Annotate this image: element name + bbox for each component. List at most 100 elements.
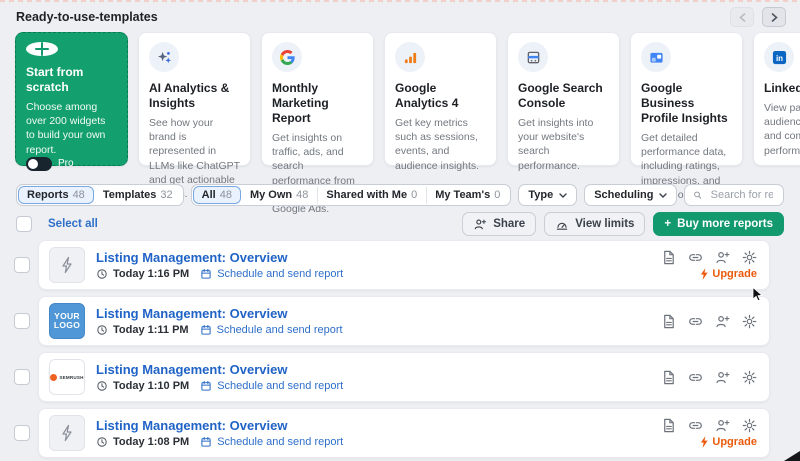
template-card-monthly-marketing[interactable]: Monthly Marketing Report Get insights on… (261, 32, 374, 166)
person-add-icon (473, 218, 487, 231)
schedule-send-link[interactable]: Schedule and send report (217, 268, 343, 280)
template-card-ai-analytics[interactable]: AI Analytics & Insights See how your bra… (138, 32, 251, 166)
link-icon[interactable] (688, 370, 703, 385)
clock-icon (96, 380, 108, 392)
report-title-link[interactable]: Listing Management: Overview (96, 418, 343, 433)
select-all-checkbox[interactable] (16, 216, 32, 232)
search-icon (693, 189, 702, 201)
filter-all[interactable]: All 48 (193, 186, 241, 204)
report-time: Today 1:16 PM (113, 268, 189, 280)
carousel-prev-button[interactable] (730, 7, 754, 27)
row-checkbox[interactable] (14, 257, 30, 273)
type-dropdown[interactable]: Type (518, 184, 577, 206)
export-pdf-icon[interactable] (661, 370, 676, 385)
gear-icon[interactable] (742, 314, 757, 329)
template-card-search-console[interactable]: Google Search Console Get insights into … (507, 32, 620, 166)
tab-templates[interactable]: Templates 32 (94, 186, 182, 204)
link-icon[interactable] (688, 250, 703, 265)
report-title-link[interactable]: Listing Management: Overview (96, 362, 343, 377)
template-body: Get key metrics such as sessions, events… (395, 116, 486, 173)
person-add-icon[interactable] (715, 250, 730, 265)
search-input[interactable] (709, 188, 775, 202)
analytics-bars-icon (395, 42, 425, 72)
semrush-logo-text: SEMRUSH (59, 375, 83, 380)
calendar-icon (200, 324, 212, 336)
tab-label: Templates (103, 189, 157, 201)
share-label: Share (493, 218, 525, 230)
calendar-icon (200, 436, 212, 448)
upgrade-link[interactable]: Upgrade (700, 436, 757, 448)
report-meta: Today 1:10 PM Schedule and send report (96, 380, 343, 392)
report-thumbnail-semrush: SEMRUSH (49, 359, 85, 395)
upgrade-bolt-icon (700, 268, 709, 280)
report-row: YOUR LOGO Listing Management: Overview T… (14, 296, 770, 346)
report-info: Listing Management: Overview Today 1:11 … (96, 306, 343, 336)
export-pdf-icon[interactable] (661, 418, 676, 433)
carousel-next-button[interactable] (762, 7, 786, 27)
pro-badge: Pro (58, 158, 74, 169)
tab-count: 48 (73, 189, 85, 201)
person-add-icon[interactable] (715, 418, 730, 433)
gear-icon[interactable] (742, 418, 757, 433)
pro-toggle-row: Pro (26, 157, 117, 171)
link-icon[interactable] (688, 314, 703, 329)
template-card-business-profile[interactable]: Google Business Profile Insights Get det… (630, 32, 743, 166)
report-actions (661, 314, 757, 329)
view-limits-button[interactable]: View limits (544, 212, 645, 236)
filter-my-own[interactable]: My Own 48 (241, 186, 317, 204)
report-meta: Today 1:11 PM Schedule and send report (96, 324, 343, 336)
pro-toggle[interactable] (26, 157, 52, 171)
schedule-send-link[interactable]: Schedule and send report (217, 436, 343, 448)
export-pdf-icon[interactable] (661, 314, 676, 329)
link-icon[interactable] (688, 418, 703, 433)
report-card[interactable]: SEMRUSH Listing Management: Overview Tod… (38, 352, 770, 402)
report-card[interactable]: Listing Management: Overview Today 1:08 … (38, 408, 770, 458)
ai-sparkles-icon (149, 42, 179, 72)
row-checkbox[interactable] (14, 425, 30, 441)
report-title-link[interactable]: Listing Management: Overview (96, 306, 343, 321)
row-checkbox[interactable] (14, 313, 30, 329)
schedule-send-link[interactable]: Schedule and send report (217, 380, 343, 392)
report-card[interactable]: Listing Management: Overview Today 1:16 … (38, 240, 770, 290)
tab-reports[interactable]: Reports 48 (18, 186, 94, 204)
buy-more-reports-button[interactable]: + Buy more reports (653, 212, 784, 236)
export-pdf-icon[interactable] (661, 250, 676, 265)
report-meta: Today 1:16 PM Schedule and send report (96, 268, 343, 280)
filter-label: Shared with Me (326, 189, 407, 201)
filter-my-teams[interactable]: My Team's 0 (426, 186, 509, 204)
template-card-start-from-scratch[interactable]: Start from scratch Choose among over 200… (15, 32, 128, 166)
template-title: LinkedIn Pages (764, 81, 800, 96)
action-bar: Select all Share View limits + Buy more … (16, 212, 784, 236)
select-all-label[interactable]: Select all (48, 218, 98, 230)
report-thumbnail-your-logo: YOUR LOGO (49, 303, 85, 339)
gear-icon[interactable] (742, 370, 757, 385)
chevron-right-icon (771, 13, 778, 22)
report-thumbnail-lightning (49, 415, 85, 451)
share-button[interactable]: Share (462, 212, 536, 236)
report-action-icons (661, 314, 757, 329)
scheduling-dropdown[interactable]: Scheduling (584, 184, 677, 206)
calendar-icon (200, 268, 212, 280)
report-card[interactable]: YOUR LOGO Listing Management: Overview T… (38, 296, 770, 346)
report-search (684, 184, 784, 206)
schedule-send-link[interactable]: Schedule and send report (217, 324, 343, 336)
template-carousel: Start from scratch Choose among over 200… (0, 32, 800, 166)
row-checkbox[interactable] (14, 369, 30, 385)
template-body: Choose among over 200 widgets to build y… (26, 100, 117, 157)
filter-label: My Team's (435, 189, 490, 201)
report-actions (661, 370, 757, 385)
filter-shared-with-me[interactable]: Shared with Me 0 (317, 186, 426, 204)
upgrade-link[interactable]: Upgrade (700, 268, 757, 280)
report-row: Listing Management: Overview Today 1:08 … (14, 408, 770, 458)
view-limits-icon (555, 218, 569, 231)
person-add-icon[interactable] (715, 314, 730, 329)
chevron-down-icon (559, 193, 567, 198)
template-card-ga4[interactable]: Google Analytics 4 Get key metrics such … (384, 32, 497, 166)
carousel-nav (730, 7, 786, 27)
dropdown-label: Scheduling (594, 189, 653, 201)
template-card-linkedin-pages[interactable]: in LinkedIn Pages View page audience met… (753, 32, 800, 166)
report-title-link[interactable]: Listing Management: Overview (96, 250, 343, 265)
plus-icon: + (664, 218, 671, 230)
person-add-icon[interactable] (715, 370, 730, 385)
gear-icon[interactable] (742, 250, 757, 265)
